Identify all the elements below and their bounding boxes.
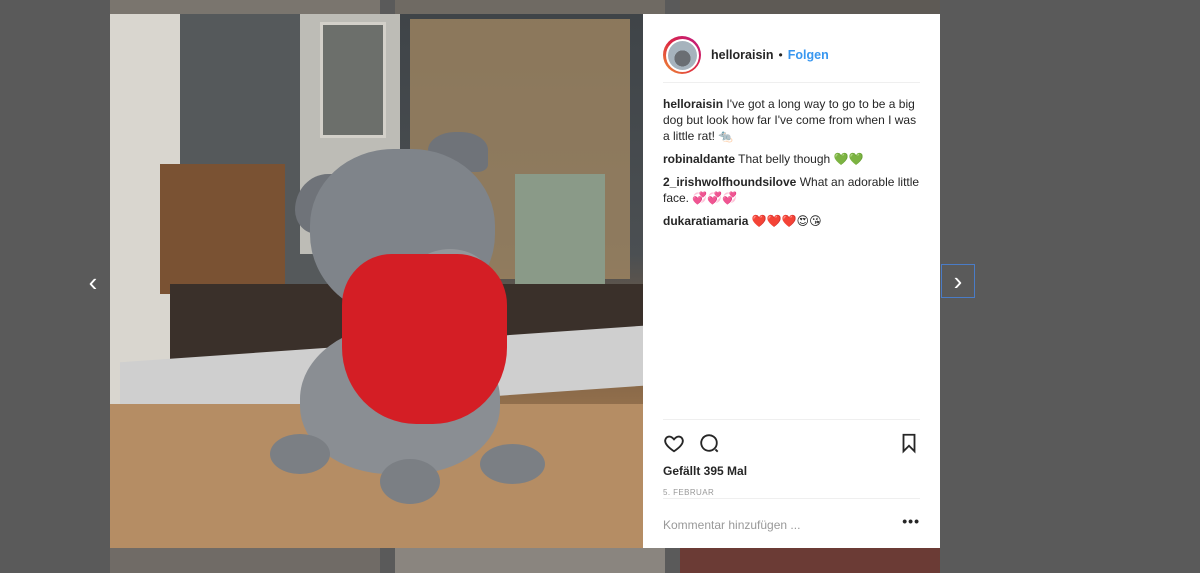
comment-item: robinaldante That belly though 💚💚 — [663, 151, 920, 167]
chevron-left-icon: ‹ — [88, 266, 98, 297]
like-button[interactable] — [661, 430, 687, 456]
chevron-right-icon: › — [953, 265, 963, 296]
thumbnail[interactable] — [110, 548, 380, 573]
thumbnail[interactable] — [395, 548, 665, 573]
comment-button[interactable] — [696, 430, 722, 456]
add-comment-input[interactable]: Kommentar hinzufügen ... — [663, 518, 800, 532]
follow-button[interactable]: Folgen — [788, 48, 829, 62]
comment-username[interactable]: helloraisin — [663, 97, 723, 111]
comments-list: helloraisin I've got a long way to go to… — [663, 96, 920, 236]
comment-username[interactable]: dukaratiamaria — [663, 214, 748, 228]
post-modal: helloraisin • Folgen helloraisin I've go… — [110, 14, 940, 548]
thumbnail[interactable] — [680, 0, 940, 14]
bookmark-icon — [902, 433, 916, 454]
comment-username[interactable]: robinaldante — [663, 152, 735, 166]
thumbnail[interactable] — [395, 0, 665, 14]
post-side-panel: helloraisin • Folgen helloraisin I've go… — [643, 14, 940, 548]
heart-icon — [664, 435, 684, 453]
thumbnail[interactable] — [110, 0, 380, 14]
thumbnail[interactable] — [680, 548, 940, 573]
comment-item: helloraisin I've got a long way to go to… — [663, 96, 920, 144]
comment-item: dukaratiamaria ❤️❤️❤️😍😘 — [663, 213, 920, 229]
save-button[interactable] — [896, 430, 922, 456]
more-options-button[interactable]: ••• — [902, 513, 920, 529]
add-comment-area: Kommentar hinzufügen ... ••• — [663, 498, 920, 551]
comment-text: That belly though 💚💚 — [738, 152, 864, 166]
post-date: 5. FEBRUAR — [663, 488, 715, 497]
post-header: helloraisin • Folgen — [663, 28, 920, 83]
comment-username[interactable]: 2_irishwolfhoundsilove — [663, 175, 796, 189]
likes-count[interactable]: Gefällt 395 Mal — [663, 464, 747, 478]
post-actions: Gefällt 395 Mal 5. FEBRUAR Kommentar hin… — [663, 419, 920, 550]
username-link[interactable]: helloraisin — [711, 48, 774, 62]
comment-text: ❤️❤️❤️😍😘 — [751, 214, 822, 228]
post-photo[interactable] — [110, 14, 643, 548]
separator-dot: • — [778, 48, 783, 62]
previous-post-button[interactable]: ‹ — [80, 266, 106, 297]
next-post-button[interactable]: › — [941, 264, 975, 298]
avatar[interactable] — [663, 36, 701, 74]
comment-icon — [700, 434, 719, 453]
comment-item: 2_irishwolfhoundsilove What an adorable … — [663, 174, 920, 206]
